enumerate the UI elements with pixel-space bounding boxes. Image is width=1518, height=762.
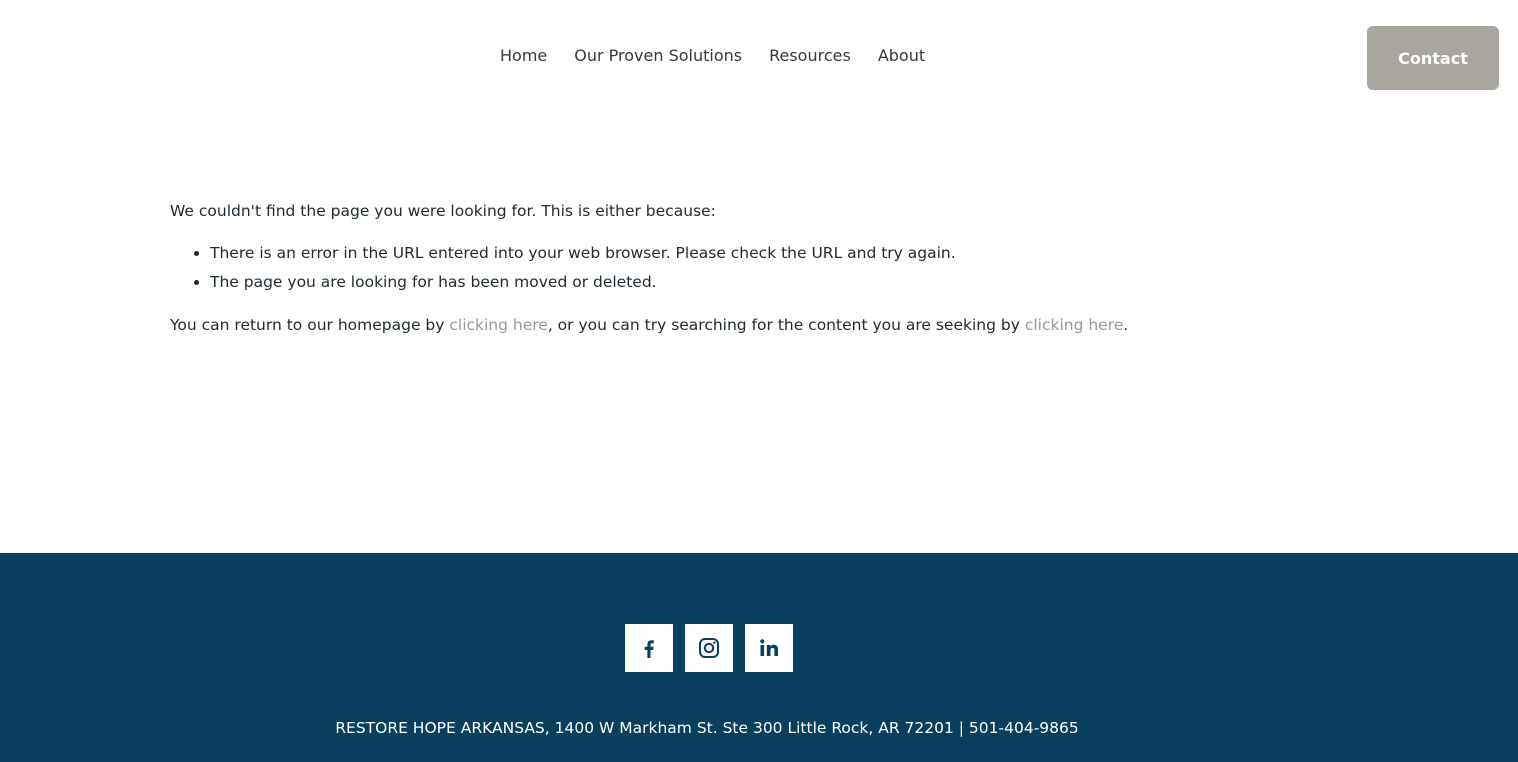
nav-resources[interactable]: Resources (769, 46, 851, 65)
reason-item: There is an error in the URL entered int… (210, 242, 1350, 264)
linkedin-link[interactable] (745, 624, 793, 672)
intro-text: We couldn't find the page you were looki… (170, 202, 716, 220)
footer-address: RESTORE HOPE ARKANSAS, 1400 W Markham St… (335, 719, 1079, 737)
reason-item: The page you are looking for has been mo… (210, 271, 1350, 293)
site-footer: RESTORE HOPE ARKANSAS, 1400 W Markham St… (0, 553, 1518, 762)
nav-about[interactable]: About (878, 46, 925, 65)
linkedin-icon (760, 639, 778, 656)
nav-our-proven-solutions[interactable]: Our Proven Solutions (574, 46, 742, 65)
return-suffix: . (1123, 316, 1129, 335)
not-found-content: We couldn't find the page you were looki… (170, 200, 1350, 337)
homepage-link[interactable]: clicking here (449, 316, 547, 334)
instagram-link[interactable] (685, 624, 733, 672)
nav-home[interactable]: Home (500, 46, 547, 65)
contact-button[interactable]: Contact (1367, 26, 1499, 90)
main-nav: Home Our Proven Solutions Resources Abou… (500, 46, 952, 65)
facebook-icon (644, 640, 654, 658)
instagram-icon (699, 638, 719, 658)
facebook-link[interactable] (625, 624, 673, 672)
return-text: You can return to our homepage by clicki… (170, 314, 1350, 336)
search-link[interactable]: clicking here (1025, 316, 1123, 334)
reasons-list: There is an error in the URL entered int… (170, 242, 1350, 293)
return-middle: , or you can try searching for the conte… (547, 316, 1025, 335)
site-header: Home Our Proven Solutions Resources Abou… (0, 0, 1518, 116)
social-links (625, 624, 793, 672)
return-prefix: You can return to our homepage by (170, 316, 450, 335)
